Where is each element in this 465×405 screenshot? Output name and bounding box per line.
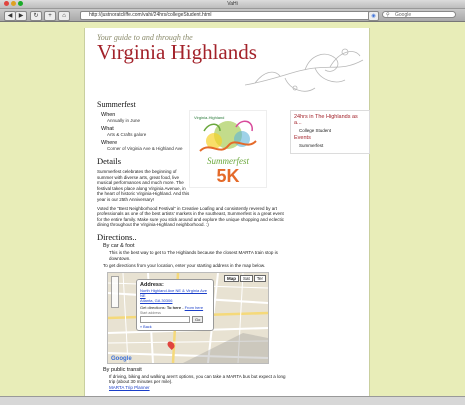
map-back-link[interactable]: « Back xyxy=(140,325,210,329)
browser-toolbar: ◀ ▶ ↻ + ⌂ http://justnoratcliffe.com/vah… xyxy=(0,9,465,22)
rss-button[interactable]: ◉ xyxy=(368,11,379,21)
map-address-line-2[interactable]: Atlanta, GA 30306 xyxy=(140,298,210,303)
go-button[interactable]: Go xyxy=(192,315,204,323)
sidebar: 24hrs in The Highlands as a... College S… xyxy=(290,110,370,154)
car-directions: By car & foot This is the best way to ge… xyxy=(103,243,287,269)
transit-text: If driving, biking and walking aren't op… xyxy=(109,373,286,385)
google-logo: Google xyxy=(111,355,132,362)
map-address-line-1[interactable]: North Highland Ave NE & Virginia Ave NE xyxy=(140,288,210,298)
poster-top-text: Virginia-Highland xyxy=(194,115,225,120)
reload-button[interactable]: ↻ xyxy=(30,11,42,21)
sidebar-link-24hrs[interactable]: 24hrs in The Highlands as a... xyxy=(294,114,366,126)
map-directions-row: Get directions: To here - From here xyxy=(140,304,204,310)
minimize-window-button[interactable] xyxy=(11,1,16,6)
directions-heading: Directions.. xyxy=(97,231,137,242)
plus-icon: + xyxy=(48,13,52,19)
window-titlebar: VaHi xyxy=(0,0,465,9)
close-window-button[interactable] xyxy=(4,1,9,6)
get-directions-label: Get directions: xyxy=(140,304,166,310)
home-button[interactable]: ⌂ xyxy=(58,11,70,21)
details-paragraph-2: Voted the "Best Neighborhood Festival" i… xyxy=(97,205,285,228)
map-zoom-control[interactable] xyxy=(111,275,119,308)
google-map[interactable]: Map Sat Ter Address: North Highland Ave … xyxy=(107,271,269,364)
url-text: http://justnoratcliffe.com/vahi/24hrs/co… xyxy=(89,12,212,18)
map-type-map-button[interactable]: Map xyxy=(223,274,239,282)
search-placeholder: Google xyxy=(395,12,412,18)
rss-icon: ◉ xyxy=(371,13,376,19)
forward-button[interactable]: ▶ xyxy=(15,11,27,21)
zoom-window-button[interactable] xyxy=(18,1,23,6)
car-label: By car & foot xyxy=(103,242,135,249)
map-type-satellite-button[interactable]: Sat xyxy=(239,274,253,282)
marta-trip-planner-link[interactable]: MARTA Trip Planner xyxy=(109,385,287,390)
transit-label: By public transit xyxy=(103,366,142,373)
to-here-label: To here xyxy=(166,304,182,310)
event-heading: Summerfest xyxy=(97,100,136,109)
sidebar-item-summerfest[interactable]: Summerfest xyxy=(299,143,366,148)
back-arrow-icon: ◀ xyxy=(7,13,13,19)
start-address-input[interactable] xyxy=(140,315,190,323)
car-text: This is the best way to get to The Highl… xyxy=(109,249,278,261)
map-type-terrain-button[interactable]: Ter xyxy=(253,274,266,282)
forward-arrow-icon: ▶ xyxy=(18,13,24,19)
map-type-buttons: Map Sat Ter xyxy=(223,274,266,282)
poster-5k-text: 5K xyxy=(216,166,240,186)
transit-directions: By public transit If driving, biking and… xyxy=(103,367,287,390)
car-text-2: To get directions from your location, en… xyxy=(103,263,266,269)
reload-icon: ↻ xyxy=(33,13,39,19)
start-address-row: Go xyxy=(140,315,210,323)
map-info-window: Address: North Highland Ave NE & Virgini… xyxy=(136,278,214,331)
start-address-label: Start address xyxy=(140,310,161,315)
search-field[interactable]: ⚲ Google xyxy=(382,11,456,18)
decorative-swirl-icon xyxy=(245,48,364,92)
from-here-link[interactable]: From here xyxy=(185,305,203,310)
window-title: VaHi xyxy=(227,1,238,7)
home-icon: ⌂ xyxy=(62,13,66,19)
details-paragraph-1: Summerfest celebrates the beginning of s… xyxy=(97,169,190,202)
summerfest-poster: Virginia-Highland Summerfest 5K xyxy=(189,110,267,188)
window-controls xyxy=(4,1,23,6)
poster-summerfest-text: Summerfest xyxy=(207,156,249,166)
add-bookmark-button[interactable]: + xyxy=(44,11,56,21)
sidebar-item-college-student[interactable]: College Student xyxy=(299,128,366,133)
search-icon: ⚲ xyxy=(386,12,390,18)
page-content: Your guide to and through the Virginia H… xyxy=(84,28,370,404)
address-bar[interactable]: http://justnoratcliffe.com/vahi/24hrs/co… xyxy=(80,11,375,20)
site-title[interactable]: Virginia Highlands xyxy=(97,40,257,65)
sidebar-events-heading: Events xyxy=(294,135,311,141)
